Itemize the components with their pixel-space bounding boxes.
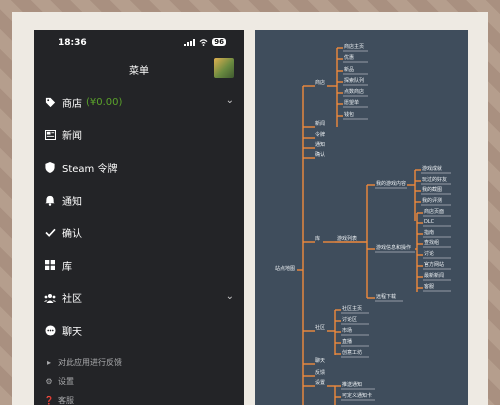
- mindmap-leaf: 讨论区: [342, 317, 358, 323]
- mindmap-branch-confirm: 确认: [315, 152, 326, 158]
- signal-icon: [184, 38, 196, 46]
- grid-icon: [44, 259, 56, 271]
- footer-item-help[interactable]: ❓ 客服: [34, 391, 244, 405]
- footer-item-feedback[interactable]: ▸ 对此应用进行反馈: [34, 353, 244, 372]
- page-title: 菜单: [129, 66, 149, 77]
- sitemap-mindmap: 站点地图 商店 新闻 令牌 通知 确认 库 社区 聊天 反馈 设置 商店主页 优…: [255, 30, 468, 405]
- menu-item-news[interactable]: 新闻: [34, 119, 244, 152]
- mindmap-leaf: DLC: [424, 219, 435, 225]
- mindmap-leaf: 讨论: [424, 251, 435, 257]
- chevron-down-icon[interactable]: ⌄: [226, 95, 234, 106]
- menu-item-label: Steam 令牌: [62, 163, 118, 175]
- mindmap-leaf: 商店页面: [424, 209, 445, 215]
- community-icon: [44, 292, 56, 304]
- menu-item-store[interactable]: 商店 (¥0.00) ⌄: [34, 86, 244, 119]
- status-bar: 18:36 96: [34, 30, 244, 54]
- chat-bubble-icon: [44, 324, 56, 336]
- menu-header: 菜单: [34, 54, 244, 84]
- mindmap-leaf: 愿望单: [344, 100, 360, 106]
- mindmap-leaf: 查找组: [424, 240, 440, 246]
- mindmap-leaf: 创意工坊: [342, 350, 363, 356]
- mindmap-node-info-ops: 游戏信息和操作: [376, 245, 412, 251]
- footer-label: 客服: [58, 395, 74, 405]
- side-menu: 商店 (¥0.00) ⌄ 新闻 Steam 令牌 通知 确认 库 社区 ⌄ 聊天…: [34, 86, 244, 405]
- menu-item-label: 商店: [62, 98, 82, 110]
- mindmap-leaf: 钱包: [344, 112, 355, 118]
- mindmap-leaf: 客服: [424, 284, 435, 290]
- mindmap-leaf: 我的评测: [422, 198, 443, 204]
- mindmap-leaf: 指南: [424, 230, 435, 236]
- mindmap-branch-library: 库: [315, 236, 321, 242]
- menu-item-chat[interactable]: 聊天: [34, 314, 244, 347]
- status-icons: 96: [184, 38, 226, 46]
- menu-item-label: 新闻: [62, 131, 82, 143]
- tag-icon: [44, 96, 56, 108]
- menu-item-library[interactable]: 库: [34, 249, 244, 282]
- mindmap-leaf: 新品: [344, 67, 355, 73]
- menu-item-label: 通知: [62, 196, 82, 208]
- avatar[interactable]: [214, 58, 234, 78]
- mindmap-branch-feedback: 反馈: [315, 370, 326, 376]
- mindmap-root: 站点地图: [275, 266, 296, 272]
- footer-label: 对此应用进行反馈: [58, 357, 122, 367]
- gear-icon: ⚙: [45, 376, 53, 386]
- status-time: 18:36: [58, 38, 87, 48]
- wifi-icon: [199, 38, 208, 46]
- phone-menu-screen: 18:36 96 菜单 商店 (¥0.00) ⌄ 新闻 Steam 令牌 通知: [34, 30, 244, 405]
- menu-item-guard[interactable]: Steam 令牌: [34, 151, 244, 184]
- mindmap-leaf: 官方网站: [424, 262, 445, 268]
- mindmap-node-games-list: 游戏列表: [337, 236, 358, 242]
- bell-icon: [44, 194, 56, 206]
- mindmap-branch-community: 社区: [315, 325, 326, 331]
- mindmap-branch-settings: 设置: [315, 380, 326, 386]
- mindmap-leaf: 商店主页: [344, 44, 365, 50]
- newspaper-icon: [44, 129, 56, 141]
- battery-badge: 96: [212, 38, 226, 46]
- mindmap-leaf: 优惠: [344, 55, 355, 61]
- mindmap-leaf: 推送通知: [342, 382, 363, 388]
- mindmap-leaf: 点数商店: [344, 89, 365, 95]
- mindmap-connectors: [297, 47, 451, 405]
- chevron-down-icon[interactable]: ⌄: [226, 291, 234, 302]
- mindmap-leaf: 直播: [342, 339, 353, 345]
- shield-icon: [44, 161, 56, 173]
- mindmap-branch-store: 商店: [315, 80, 326, 86]
- footer-item-settings[interactable]: ⚙ 设置: [34, 372, 244, 391]
- menu-item-notifications[interactable]: 通知: [34, 184, 244, 217]
- mindmap-leaf: 最新新闻: [424, 273, 445, 279]
- mindmap-leaf: 探索队列: [344, 78, 365, 84]
- mindmap-branch-notifications: 通知: [315, 142, 326, 148]
- mindmap-branch-chat: 聊天: [315, 358, 326, 364]
- menu-item-community[interactable]: 社区 ⌄: [34, 282, 244, 315]
- mindmap-branch-news: 新闻: [315, 121, 326, 127]
- mindmap-branch-guard: 令牌: [315, 132, 326, 138]
- mindmap-leaf: 市场: [342, 328, 353, 334]
- menu-item-label: 确认: [62, 229, 82, 241]
- mindmap-node-remote-download: 远程下载: [376, 294, 397, 300]
- mindmap-leaf: 可定义通知卡: [342, 393, 373, 399]
- mindmap-leaf: 我的截图: [422, 187, 443, 193]
- menu-item-label: 社区: [62, 294, 82, 306]
- menu-item-confirm[interactable]: 确认: [34, 216, 244, 249]
- mindmap-leaf: 玩过的好友: [422, 177, 448, 183]
- mindmap-leaf: 社区主页: [342, 306, 363, 312]
- mindmap-leaf: 游戏成就: [422, 166, 443, 172]
- megaphone-icon: ▸: [46, 357, 51, 367]
- check-icon: [44, 227, 56, 239]
- wallet-balance: (¥0.00): [86, 96, 123, 108]
- menu-item-label: 聊天: [62, 326, 82, 338]
- footer-label: 设置: [58, 376, 74, 386]
- help-icon: ❓: [44, 395, 54, 405]
- mindmap-node-my-content: 我的游戏内容: [376, 181, 407, 187]
- menu-item-label: 库: [62, 261, 72, 273]
